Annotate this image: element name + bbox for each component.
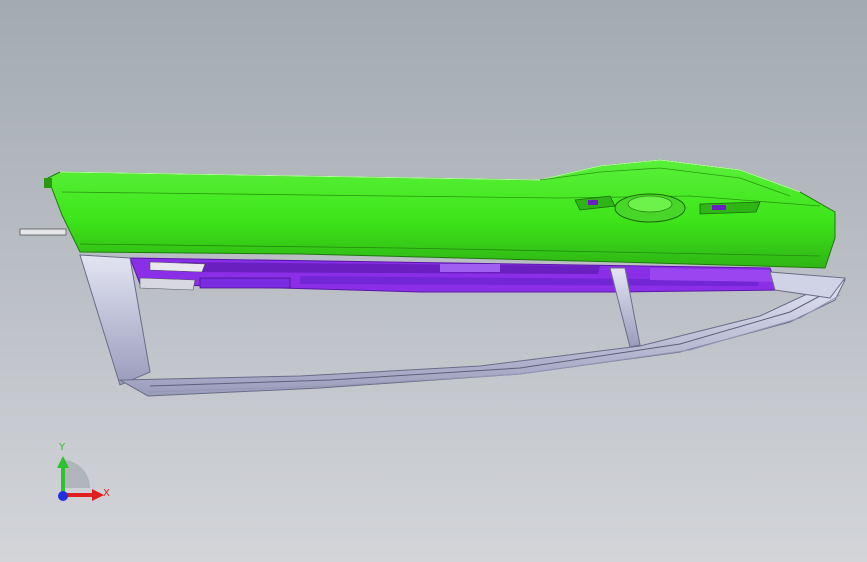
z-axis-dot — [58, 491, 68, 501]
model-view[interactable] — [0, 0, 867, 562]
cad-graphics-area[interactable]: Y X — [0, 0, 867, 562]
y-axis-label: Y — [59, 442, 66, 453]
x-axis-label: X — [103, 488, 110, 499]
